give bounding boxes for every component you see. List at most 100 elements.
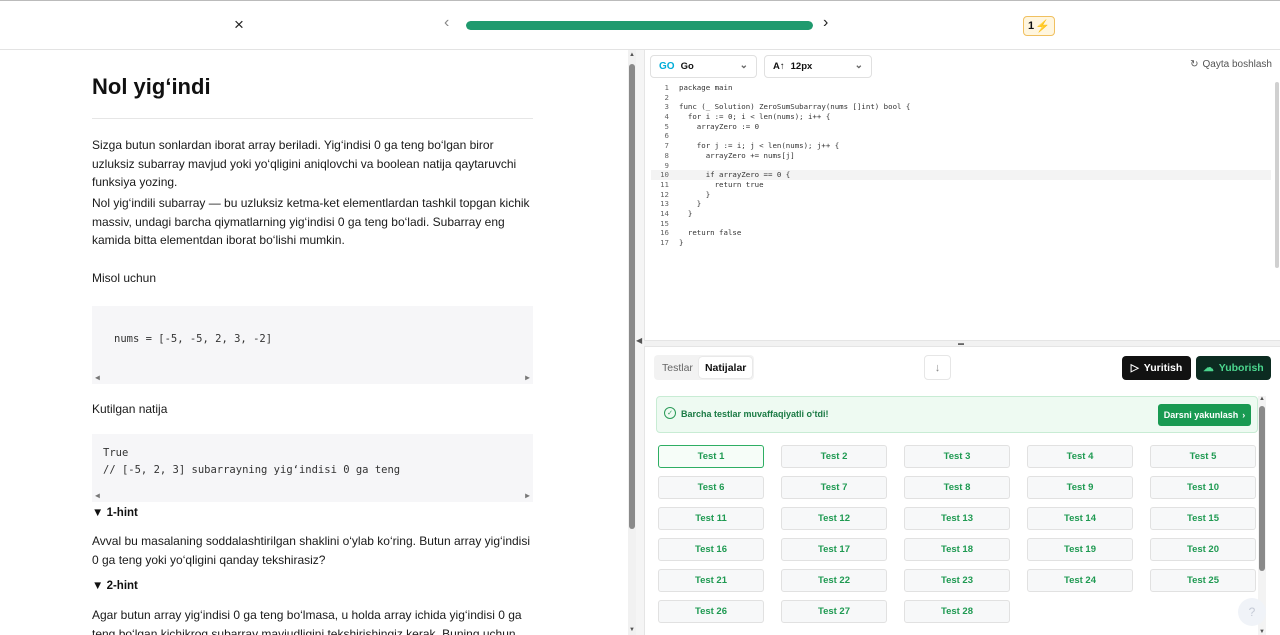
scrollbar-thumb[interactable]	[1259, 406, 1265, 571]
code-line[interactable]: 12 }	[651, 190, 1271, 200]
code-area[interactable]: 1 package main 2 3 func (_ Solution) ZeroSum…	[651, 83, 1271, 248]
language-select[interactable]: GO Go ⌄	[650, 55, 757, 78]
test-case-button[interactable]: Test 1	[658, 445, 764, 468]
test-case-button[interactable]: Test 22	[781, 569, 887, 592]
line-number: 2	[664, 92, 669, 102]
hint-2-toggle[interactable]: ▼ 2-hint	[92, 580, 138, 592]
test-case-button[interactable]: Test 5	[1150, 445, 1256, 468]
language-value: Go	[680, 61, 694, 72]
help-icon[interactable]: ?	[1238, 598, 1266, 626]
test-case-button[interactable]: Test 13	[904, 507, 1010, 530]
run-button[interactable]: ▷ Yuritish	[1122, 356, 1191, 380]
test-case-button[interactable]: Test 10	[1150, 476, 1256, 499]
code-line[interactable]: 17}	[651, 238, 1271, 248]
code-text: for i := 0; i < len(nums); i++ {	[679, 112, 831, 122]
expected-label: Kutilgan natija	[92, 402, 168, 416]
hint-2-text: Agar butun array yig‘indisi 0 ga teng bo…	[92, 608, 522, 635]
finish-lesson-button[interactable]: Darsni yakunlash ›	[1158, 404, 1251, 426]
lesson-pane: Nol yig‘indi Sizga butun sonlardan ibora…	[0, 50, 628, 635]
test-case-button[interactable]: Test 21	[658, 569, 764, 592]
results-tabs: Testlar Natijalar	[654, 355, 755, 380]
test-case-button[interactable]: Test 20	[1150, 538, 1256, 561]
test-case-button[interactable]: Test 3	[904, 445, 1010, 468]
test-case-button[interactable]: Test 16	[658, 538, 764, 561]
test-case-button[interactable]: Test 11	[658, 507, 764, 530]
code-line[interactable]: 4 for i := 0; i < len(nums); i++ {	[651, 112, 1271, 122]
test-results-grid: Test 1 Test 2 Test 3 Test 4 Test 5 Test 6 Test…	[658, 445, 1256, 623]
success-banner: ✓ Barcha testlar muvaffaqiyatli o‘tdi! D…	[656, 396, 1258, 433]
code-line[interactable]: 11 return true	[651, 180, 1271, 190]
reset-icon: ↻	[1190, 59, 1199, 70]
test-case-button[interactable]: Test 12	[781, 507, 887, 530]
code-line[interactable]: 1 package main	[651, 83, 1271, 93]
progress-fill	[466, 21, 813, 30]
test-case-button[interactable]: Test 27	[781, 600, 887, 623]
close-icon[interactable]: ×	[234, 15, 244, 35]
code-line[interactable]: 16 return false	[651, 228, 1271, 238]
code-line[interactable]: 7 for j := i; j < len(nums); j++ {	[651, 141, 1271, 151]
line-number: 15	[660, 218, 669, 228]
test-case-button[interactable]: Test 14	[1027, 507, 1133, 530]
code-text: return false	[679, 228, 742, 238]
results-panel: Testlar Natijalar ↓ ▷ Yuritish ☁ Yuboris…	[644, 347, 1280, 635]
scrollbar-thumb[interactable]	[629, 64, 635, 529]
code-line[interactable]: 9	[651, 161, 1271, 171]
streak-count: 1	[1028, 20, 1035, 32]
hint-1-toggle[interactable]: ▼ 1-hint	[92, 507, 138, 519]
code-line[interactable]: 8 arrayZero += nums[j]	[651, 151, 1271, 161]
code-hscrollbar[interactable]: ◀ ▶	[92, 490, 533, 502]
test-case-button[interactable]: Test 18	[904, 538, 1010, 561]
code-line[interactable]: 6	[651, 131, 1271, 141]
test-case-button[interactable]: Test 25	[1150, 569, 1256, 592]
line-number: 11	[660, 179, 669, 189]
line-number: 9	[664, 160, 669, 170]
test-case-button[interactable]: Test 6	[658, 476, 764, 499]
test-case-button[interactable]: Test 24	[1027, 569, 1133, 592]
test-case-button[interactable]: Test 4	[1027, 445, 1133, 468]
code-text: for j := i; j < len(nums); j++ {	[679, 141, 840, 151]
code-line[interactable]: 10 if arrayZero == 0 {	[651, 170, 1271, 180]
reset-button[interactable]: ↻ Qayta boshlash	[1190, 59, 1272, 70]
code-hscrollbar[interactable]: ◀ ▶	[92, 372, 533, 384]
chevron-down-icon: ⌄	[854, 60, 863, 71]
test-case-button[interactable]: Test 7	[781, 476, 887, 499]
test-case-button[interactable]: Test 17	[781, 538, 887, 561]
check-circle-icon: ✓	[664, 407, 676, 419]
run-label: Yuritish	[1143, 362, 1183, 374]
code-line[interactable]: 2	[651, 93, 1271, 103]
expected-code-block: True // [-5, 2, 3] subarrayning yig‘indi…	[92, 434, 533, 502]
font-size-select[interactable]: A↑ 12px ⌄	[764, 55, 872, 78]
chevron-left-icon[interactable]: ‹	[444, 14, 449, 32]
streak-badge: 1 ⚡	[1023, 16, 1056, 36]
code-line[interactable]: 15	[651, 219, 1271, 229]
editor-scrollbar[interactable]	[1275, 82, 1279, 268]
line-number: 17	[660, 238, 669, 247]
line-number: 4	[664, 112, 669, 122]
tab-results[interactable]: Natijalar	[698, 357, 753, 378]
success-message: Barcha testlar muvaffaqiyatli o‘tdi!	[681, 409, 829, 419]
editor-results-divider[interactable]: ▬	[644, 340, 1280, 347]
test-case-button[interactable]: Test 15	[1150, 507, 1256, 530]
code-line[interactable]: 13 }	[651, 199, 1271, 209]
lesson-title: Nol yig‘indi	[92, 74, 211, 99]
chevron-right-icon[interactable]: ›	[823, 14, 828, 32]
test-case-button[interactable]: Test 28	[904, 600, 1010, 623]
arrow-down-icon[interactable]: ↓	[924, 355, 951, 380]
lesson-scrollbar[interactable]: ▲ ▼	[628, 50, 636, 635]
pane-splitter[interactable]: ◀	[636, 50, 644, 635]
test-case-button[interactable]: Test 23	[904, 569, 1010, 592]
code-line[interactable]: 3 func (_ Solution) ZeroSumSubarray(nums …	[651, 102, 1271, 112]
code-line[interactable]: 5 arrayZero := 0	[651, 122, 1271, 132]
submit-button[interactable]: ☁ Yuborish	[1196, 356, 1271, 380]
line-number: 6	[664, 131, 669, 141]
submit-label: Yuborish	[1218, 362, 1264, 374]
test-case-button[interactable]: Test 19	[1027, 538, 1133, 561]
test-case-button[interactable]: Test 2	[781, 445, 887, 468]
example-code-block: nums = [-5, -5, 2, 3, -2] ◀ ▶	[92, 306, 533, 384]
test-case-button[interactable]: Test 26	[658, 600, 764, 623]
top-bar: × ‹ › 1 ⚡	[0, 0, 1280, 50]
test-case-button[interactable]: Test 9	[1027, 476, 1133, 499]
tab-tests[interactable]: Testlar	[656, 357, 699, 378]
test-case-button[interactable]: Test 8	[904, 476, 1010, 499]
code-line[interactable]: 14 }	[651, 209, 1271, 219]
